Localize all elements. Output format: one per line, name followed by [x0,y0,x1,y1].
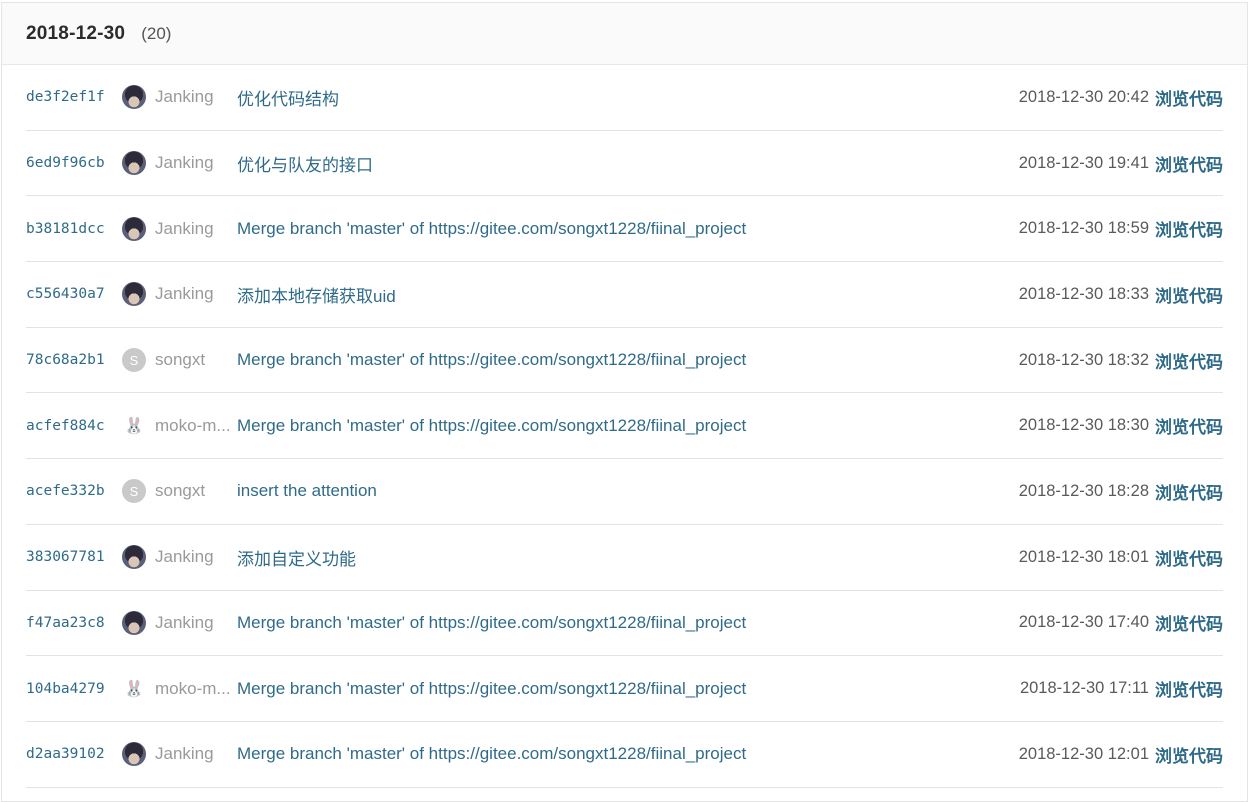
rabbit-avatar-icon[interactable]: 🐰 [122,676,146,701]
commit-sha-link[interactable]: c556430a7 [26,286,122,302]
commit-time: 2018-12-30 18:32 [1018,350,1149,369]
commit-sha-link[interactable]: 6ed9f96cb [26,155,122,171]
browse-code-link[interactable]: 浏览代码 [1155,676,1223,701]
commit-sha-link[interactable]: b38181dcc [26,221,122,237]
commit-sha-link[interactable]: de3f2ef1f [26,89,122,105]
browse-code-link[interactable]: 浏览代码 [1155,151,1223,176]
commit-row: b38181dcc Janking Merge branch 'master' … [26,196,1223,263]
commit-meta: 2018-12-30 12:01 浏览代码 [1019,742,1223,767]
commit-meta: 2018-12-30 17:40 浏览代码 [1019,610,1223,635]
commit-meta: 2018-12-30 20:42 浏览代码 [1019,85,1223,110]
commit-time: 2018-12-30 12:01 [1018,744,1149,763]
commit-sha-link[interactable]: acefe332b [26,483,122,499]
commit-sha-link[interactable]: 383067781 [26,549,122,565]
author-name[interactable]: Janking [155,153,235,173]
browse-code-link[interactable]: 浏览代码 [1155,610,1223,635]
author-avatar-photo[interactable] [122,216,146,241]
browse-code-link[interactable]: 浏览代码 [1155,348,1223,373]
commit-row: 78c68a2b1 S songxt Merge branch 'master'… [26,328,1223,394]
commit-row: 104ba4279 🐰 moko-m... Merge branch 'mast… [26,656,1223,722]
commit-message-link[interactable]: insert the attention [237,481,377,501]
author-name[interactable]: Janking [155,744,235,764]
author-avatar-photo[interactable] [122,151,146,176]
commit-message-link[interactable]: 优化代码结构 [237,85,339,110]
commit-group-header: 2018-12-30 (20) [2,3,1247,65]
commit-meta: 2018-12-30 19:41 浏览代码 [1019,151,1223,176]
commit-sha-link[interactable]: d2aa39102 [26,746,122,762]
browse-code-link[interactable]: 浏览代码 [1155,479,1223,504]
commit-sha-link[interactable]: acfef884c [26,418,122,434]
commit-row: 6ed9f96cb Janking 优化与队友的接口 2018-12-30 19… [26,131,1223,197]
browse-code-link[interactable]: 浏览代码 [1155,413,1223,438]
commit-time: 2018-12-30 18:33 [1018,284,1149,303]
author-name[interactable]: Janking [155,613,235,633]
commit-meta: 2018-12-30 17:11 浏览代码 [1020,676,1223,701]
commit-row: de3f2ef1f Janking 优化代码结构 2018-12-30 20:4… [26,65,1223,131]
commit-time: 2018-12-30 20:42 [1018,87,1149,106]
group-date: 2018-12-30 [26,22,126,44]
commit-message-link[interactable]: Merge branch 'master' of https://gitee.c… [237,679,746,699]
commit-meta: 2018-12-30 18:33 浏览代码 [1019,282,1223,307]
author-name[interactable]: moko-m... [155,679,235,699]
author-avatar-letter[interactable]: S [122,479,146,504]
commit-time: 2018-12-30 17:11 [1019,679,1149,698]
browse-code-link[interactable]: 浏览代码 [1155,545,1223,570]
commit-message-link[interactable]: Merge branch 'master' of https://gitee.c… [237,350,746,370]
commit-meta: 2018-12-30 18:28 浏览代码 [1019,479,1223,504]
commit-meta: 2018-12-30 18:01 浏览代码 [1019,545,1223,570]
browse-code-link[interactable]: 浏览代码 [1155,742,1223,767]
commit-row: d2aa39102 Janking Merge branch 'master' … [26,722,1223,788]
author-avatar-photo[interactable] [122,742,146,767]
commit-list: de3f2ef1f Janking 优化代码结构 2018-12-30 20:4… [2,65,1247,788]
commit-message-link[interactable]: Merge branch 'master' of https://gitee.c… [237,219,746,239]
commit-message-link[interactable]: 添加自定义功能 [237,545,356,570]
commit-time: 2018-12-30 17:40 [1018,613,1149,632]
author-avatar-photo[interactable] [122,282,146,307]
commit-message-link[interactable]: Merge branch 'master' of https://gitee.c… [237,744,746,764]
commit-time: 2018-12-30 19:41 [1018,153,1149,172]
commit-group-panel: 2018-12-30 (20) de3f2ef1f Janking 优化代码结构… [1,2,1248,802]
commit-sha-link[interactable]: 78c68a2b1 [26,352,122,368]
commit-message-link[interactable]: Merge branch 'master' of https://gitee.c… [237,613,746,633]
commit-meta: 2018-12-30 18:32 浏览代码 [1019,348,1223,373]
author-avatar-photo[interactable] [122,610,146,635]
commit-message-link[interactable]: Merge branch 'master' of https://gitee.c… [237,416,746,436]
commit-sha-link[interactable]: 104ba4279 [26,681,122,697]
commit-row: acefe332b S songxt insert the attention … [26,459,1223,525]
author-name[interactable]: Janking [155,219,235,239]
commit-time: 2018-12-30 18:01 [1018,547,1149,566]
commit-time: 2018-12-30 18:30 [1018,416,1149,435]
browse-code-link[interactable]: 浏览代码 [1155,216,1223,241]
author-name[interactable]: Janking [155,284,235,304]
rabbit-avatar-icon[interactable]: 🐰 [122,413,146,438]
author-name[interactable]: songxt [155,481,235,501]
commit-meta: 2018-12-30 18:30 浏览代码 [1019,413,1223,438]
commit-sha-link[interactable]: f47aa23c8 [26,615,122,631]
author-avatar-photo[interactable] [122,85,146,110]
author-avatar-photo[interactable] [122,545,146,570]
browse-code-link[interactable]: 浏览代码 [1155,85,1223,110]
commit-row: f47aa23c8 Janking Merge branch 'master' … [26,591,1223,657]
group-commit-count: (20) [141,23,172,43]
commit-message-link[interactable]: 优化与队友的接口 [237,151,373,176]
commit-message-link[interactable]: 添加本地存储获取uid [237,282,396,307]
author-avatar-letter[interactable]: S [122,348,146,373]
browse-code-link[interactable]: 浏览代码 [1155,282,1223,307]
commit-row: c556430a7 Janking 添加本地存储获取uid 2018-12-30… [26,262,1223,328]
commit-time: 2018-12-30 18:28 [1018,481,1149,500]
author-name[interactable]: songxt [155,350,235,370]
author-name[interactable]: moko-m... [155,416,235,436]
commit-meta: 2018-12-30 18:59 浏览代码 [1019,216,1223,241]
author-name[interactable]: Janking [155,87,235,107]
author-name[interactable]: Janking [155,547,235,567]
commit-time: 2018-12-30 18:59 [1018,219,1149,238]
commit-row: 383067781 Janking 添加自定义功能 2018-12-30 18:… [26,525,1223,591]
commit-row: acfef884c 🐰 moko-m... Merge branch 'mast… [26,393,1223,460]
